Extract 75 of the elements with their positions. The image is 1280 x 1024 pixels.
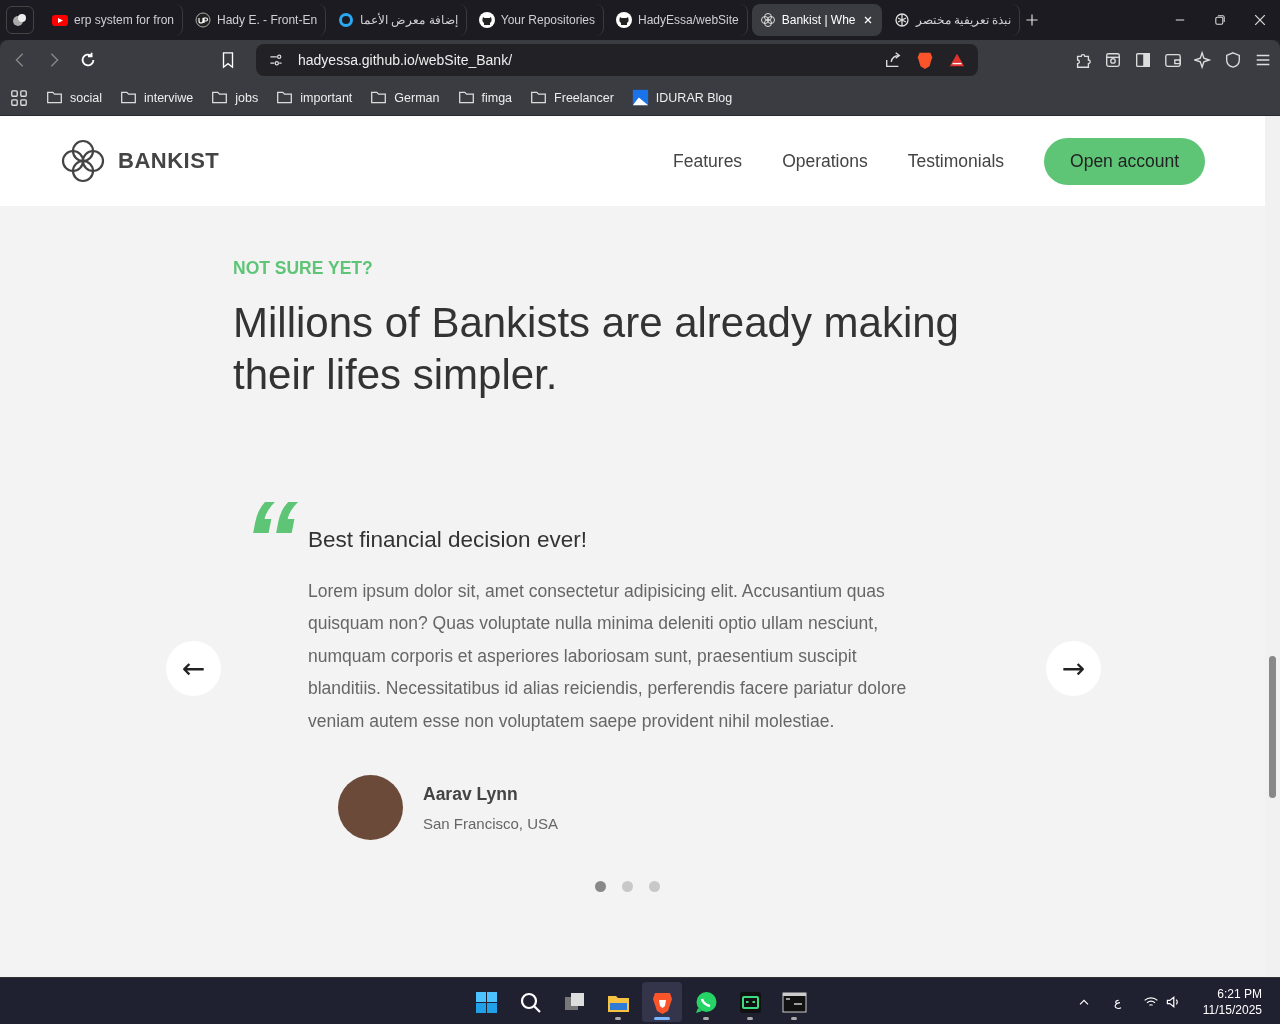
browser-tab[interactable]: نبذة تعريفية مختصر [885,4,1021,36]
language-indicator[interactable]: ع [1113,995,1121,1009]
folder-icon [119,89,137,106]
close-icon[interactable] [1252,12,1268,28]
nav-link[interactable]: Testimonials [907,150,1005,172]
browser-tab[interactable]: HadyEssa/webSite [608,4,748,36]
circle-logo-icon [195,12,212,28]
folder-icon [276,89,294,106]
bookmark[interactable]: IDURAR Blog [631,89,733,106]
share-icon[interactable] [884,51,902,69]
browser-tab[interactable]: Your Repositories [470,4,604,36]
author-name: Aarav Lynn [423,783,519,805]
section-label: NOT SURE YET? [233,258,374,279]
search-icon[interactable] [520,992,541,1013]
cat-logo-icon [478,12,495,28]
bookmark[interactable]: German [370,89,440,106]
profile-icon [13,13,27,27]
puzzle-icon[interactable] [1074,51,1092,69]
folder-icon[interactable] [607,995,629,1012]
folder-icon [46,89,63,106]
video-play-icon [52,12,68,28]
clock-time[interactable]: 6:21 PM [1202,986,1262,1002]
bookmark[interactable]: Freelancer [530,89,614,106]
brand-name: BANKIST [118,148,220,174]
flower-logo-icon [759,12,776,28]
browser-tab[interactable]: Bankist | Whe [751,4,882,36]
bookmark[interactable]: social [46,89,102,106]
folder-icon [457,89,475,106]
apps-grid-icon[interactable] [10,88,28,107]
nav-link[interactable]: Features [673,150,743,172]
open-account-button[interactable]: Open account [1044,137,1205,185]
window-search-icon[interactable] [1104,51,1122,69]
clock-date[interactable]: 11/15/2025 [1202,1002,1262,1018]
bookmark[interactable]: interviwe [119,89,194,106]
slide-dot[interactable] [595,881,606,892]
profile-button[interactable] [6,6,34,34]
flower-logo-icon [60,138,106,184]
author-location: San Francisco, USA [423,814,559,832]
mountain-icon [631,89,649,106]
sparkle-icon[interactable] [1194,51,1212,69]
speaker-icon[interactable] [1164,994,1181,1010]
stacked-windows-icon[interactable] [564,992,584,1010]
restore-icon[interactable] [1213,13,1227,27]
chat-bubble-icon[interactable] [695,991,716,1013]
ring-icon [338,12,355,28]
reload-icon[interactable] [79,51,97,69]
section-heading: Millions of Bankists are already making their lifes simpler. [233,298,960,400]
previous-slide-button[interactable]: ← [166,641,221,696]
bookmark[interactable]: important [276,89,353,106]
quote-mark: “ [243,485,298,595]
next-slide-button[interactable]: → [1046,641,1101,696]
shield-icon[interactable] [1224,51,1242,69]
browser-tab[interactable]: إضافة معرض الأعما [330,4,467,36]
testimonial-title: Best financial decision ever! [308,527,588,553]
nav-link[interactable]: Operations [782,150,868,172]
cat-logo-icon [616,12,632,28]
sidebar-icon[interactable] [1134,51,1152,69]
terminal-icon[interactable] [782,992,806,1012]
windows-logo-icon[interactable] [475,991,497,1013]
bookmark[interactable]: fimga [457,89,513,106]
scrollbar-thumb[interactable] [1269,656,1276,798]
slide-dot[interactable] [649,881,660,892]
plus-icon[interactable] [1024,12,1041,28]
slide-dot[interactable] [622,881,633,892]
robot-face-icon[interactable] [739,991,761,1013]
browser-tab[interactable]: Hady E. - Front-En [187,4,327,36]
testimonial-text: Lorem ipsum dolor sit, amet consectetur adipisicing elit. Accusantium quas quisquam non? Quas voluptate nulla minima deleniti optio ullam nesciunt, numquam corporis et asperiores laboriosam sunt, praesentium suscipit blanditiis. Necessitatibus id alias reiciendis, perferendis facere pariatur dolore veniam autem esse non voluptatem saepe provident nihil molestiae. [308,580,908,733]
address-bar[interactable]: hadyessa.github.io/webSite_Bank/ [256,44,978,76]
folder-icon [370,89,388,106]
browser-tab[interactable]: erp system for fron [44,4,184,36]
bookmark[interactable]: jobs [211,89,259,106]
wallet-icon[interactable] [1164,51,1182,69]
site-settings-icon [268,52,284,68]
folder-icon [530,89,548,106]
folder-icon [211,89,229,106]
